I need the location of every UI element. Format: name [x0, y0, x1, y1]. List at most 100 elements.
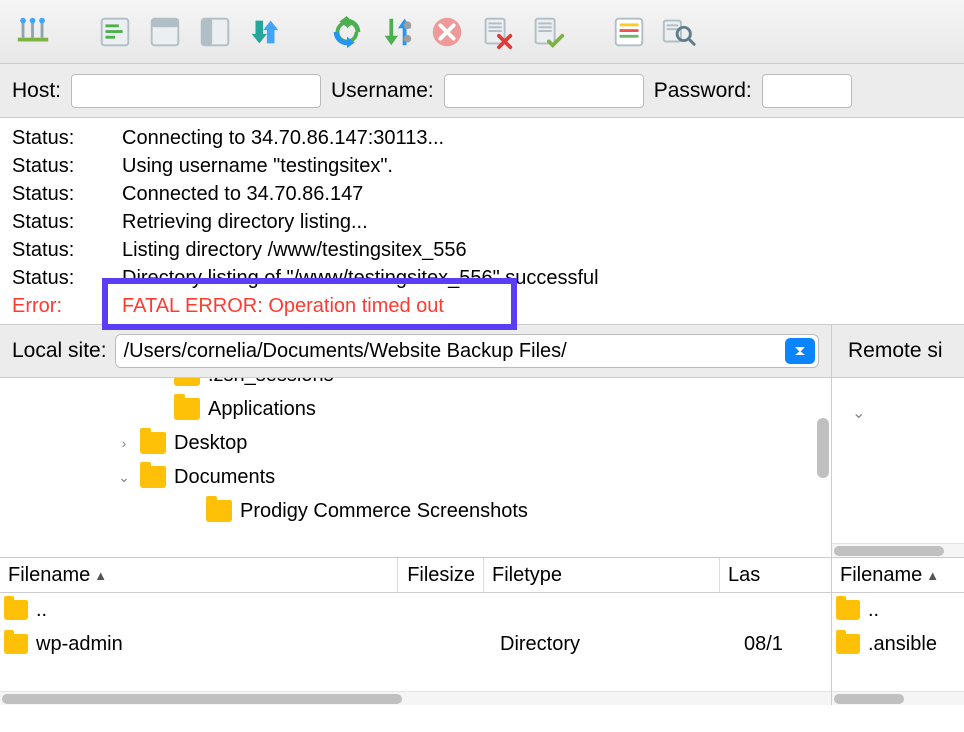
tree-row[interactable]: › Desktop — [0, 426, 831, 460]
log-line: Status:Using username "testingsitex". — [12, 152, 952, 180]
tree-row[interactable]: Applications — [0, 392, 831, 426]
column-header-filename[interactable]: Filename ▲ — [832, 558, 964, 592]
folder-icon — [836, 600, 860, 620]
remote-directory-tree[interactable]: ⌄ — [832, 377, 964, 543]
scrollbar-horizontal[interactable] — [832, 691, 964, 705]
file-type: Directory — [500, 633, 736, 656]
local-site-label: Local site: — [12, 339, 107, 363]
password-input[interactable] — [762, 74, 852, 108]
scrollbar-horizontal[interactable] — [0, 691, 831, 705]
column-header-filetype[interactable]: Filetype — [484, 558, 720, 592]
log-line: Error:FATAL ERROR: Operation timed out — [12, 292, 952, 320]
tree-row[interactable]: ⌄ — [832, 396, 964, 430]
log-label: Status: — [12, 208, 122, 236]
log-label: Status: — [12, 236, 122, 264]
folder-icon — [4, 634, 28, 654]
local-file-list: Filename ▲ Filesize Filetype Las .. wp-ad… — [0, 557, 832, 705]
local-file-body[interactable]: ..wp-adminDirectory08/1 — [0, 593, 831, 691]
file-name: .. — [36, 599, 398, 622]
log-message: Listing directory /www/testingsitex_556 — [122, 236, 952, 264]
remote-file-header: Filename ▲ — [832, 557, 964, 593]
connection-bar: Host: Username: Password: — [0, 64, 964, 118]
local-file-header: Filename ▲ Filesize Filetype Las — [0, 557, 831, 593]
folder-icon — [174, 398, 200, 420]
log-message: Connected to 34.70.86.147 — [122, 180, 952, 208]
log-line: Status:Listing directory /www/testingsit… — [12, 236, 952, 264]
chevron-down-icon[interactable]: ⌄ — [852, 403, 865, 423]
process-queue-button[interactable] — [374, 9, 420, 55]
file-row[interactable]: .ansible — [832, 627, 964, 661]
host-label: Host: — [12, 79, 61, 103]
site-manager-button[interactable] — [10, 9, 56, 55]
log-message: Directory listing of "/www/testingsitex_… — [122, 264, 952, 292]
local-directory-tree[interactable]: .zsh_sessions Applications › Desktop ⌄ Docume… — [0, 377, 831, 557]
transfer-queue-button[interactable] — [242, 9, 288, 55]
tree-item-label: Prodigy Commerce Screenshots — [240, 500, 528, 523]
log-line: Status:Connecting to 34.70.86.147:30113.… — [12, 124, 952, 152]
message-log: Status:Connecting to 34.70.86.147:30113.… — [0, 118, 964, 325]
column-header-lastmodified[interactable]: Las — [720, 558, 831, 592]
chevron-down-icon[interactable]: ⌄ — [116, 469, 132, 486]
reconnect-button[interactable] — [524, 9, 570, 55]
tree-row[interactable]: Prodigy Commerce Screenshots — [0, 494, 831, 528]
sort-ascending-icon: ▲ — [926, 568, 939, 583]
sort-ascending-icon: ▲ — [94, 568, 107, 583]
local-site-bar: Local site: — [0, 325, 831, 377]
tree-item-label: .zsh_sessions — [208, 377, 334, 387]
tree-row[interactable]: ⌄ Documents — [0, 460, 831, 494]
log-label: Error: — [12, 292, 122, 320]
folder-icon — [174, 377, 200, 386]
scrollbar-horizontal[interactable] — [832, 543, 964, 557]
log-label: Status: — [12, 180, 122, 208]
log-label: Status: — [12, 152, 122, 180]
host-input[interactable] — [71, 74, 321, 108]
column-header-filename[interactable]: Filename ▲ — [0, 558, 398, 592]
log-label: Status: — [12, 264, 122, 292]
quickconnect-toggle-button[interactable] — [92, 9, 138, 55]
log-line: Status:Directory listing of "/www/testin… — [12, 264, 952, 292]
file-row[interactable]: .. — [832, 593, 964, 627]
folder-icon — [140, 432, 166, 454]
remote-pane: Remote si ⌄ — [832, 325, 964, 557]
tree-item-label: Documents — [174, 466, 275, 489]
refresh-button[interactable] — [324, 9, 370, 55]
password-label: Password: — [654, 79, 752, 103]
tree-item-label: Desktop — [174, 432, 247, 455]
log-label: Status: — [12, 124, 122, 152]
local-path-combo[interactable] — [115, 334, 819, 368]
tree-item-label: Applications — [208, 398, 316, 421]
log-message: Connecting to 34.70.86.147:30113... — [122, 124, 952, 152]
disconnect-button[interactable] — [474, 9, 520, 55]
scrollbar-vertical[interactable] — [817, 418, 829, 478]
username-input[interactable] — [444, 74, 644, 108]
tree-row[interactable]: .zsh_sessions — [0, 377, 831, 392]
folder-icon — [836, 634, 860, 654]
main-toolbar — [0, 0, 964, 64]
file-row[interactable]: .. — [0, 593, 831, 627]
remote-file-body[interactable]: .. .ansible — [832, 593, 964, 691]
chevron-right-icon[interactable]: › — [116, 435, 132, 451]
remote-site-bar: Remote si — [832, 325, 964, 377]
local-path-dropdown-button[interactable] — [785, 338, 815, 364]
file-name: .. — [868, 599, 879, 622]
log-message: Using username "testingsitex". — [122, 152, 952, 180]
file-row[interactable]: wp-adminDirectory08/1 — [0, 627, 831, 661]
toggle-local-tree-button[interactable] — [142, 9, 188, 55]
folder-icon — [140, 466, 166, 488]
remote-file-list: Filename ▲ .. .ansible — [832, 557, 964, 705]
toggle-remote-tree-button[interactable] — [192, 9, 238, 55]
filter-button[interactable] — [606, 9, 652, 55]
file-name: wp-admin — [36, 633, 398, 656]
file-name: .ansible — [868, 633, 937, 656]
log-line: Status:Connected to 34.70.86.147 — [12, 180, 952, 208]
log-message: Retrieving directory listing... — [122, 208, 952, 236]
username-label: Username: — [331, 79, 434, 103]
folder-icon — [4, 600, 28, 620]
log-message: FATAL ERROR: Operation timed out — [122, 292, 952, 320]
folder-icon — [206, 500, 232, 522]
column-header-filesize[interactable]: Filesize — [398, 558, 484, 592]
local-path-input[interactable] — [116, 335, 785, 367]
cancel-button[interactable] — [424, 9, 470, 55]
log-line: Status:Retrieving directory listing... — [12, 208, 952, 236]
search-button[interactable] — [656, 9, 702, 55]
